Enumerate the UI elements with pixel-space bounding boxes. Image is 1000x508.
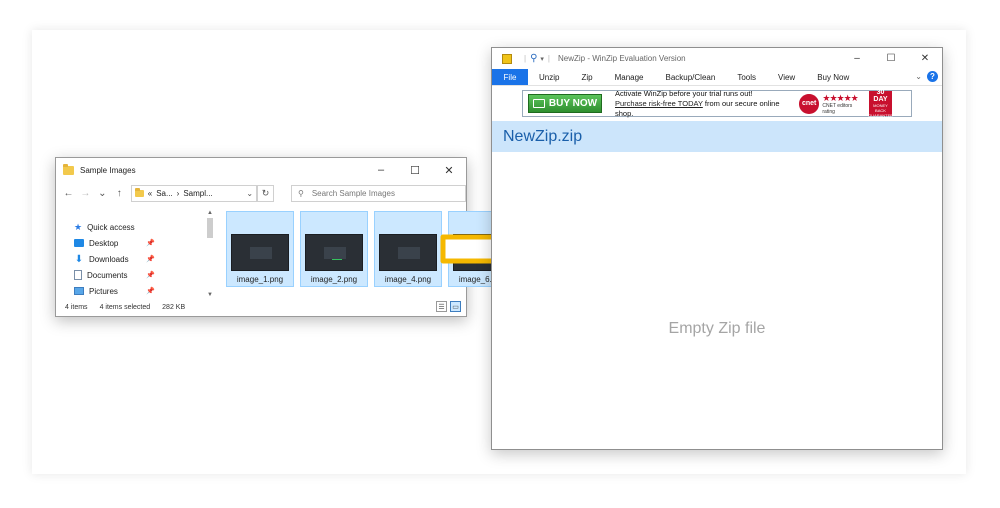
nav-scrollbar[interactable]: ▲ ▼ (206, 210, 214, 298)
buy-now-label: BUY NOW (548, 98, 598, 109)
explorer-title: Sample Images (80, 165, 136, 175)
scroll-up-icon[interactable]: ▲ (206, 210, 214, 216)
navigation-pane: ★ Quick access Desktop 📌 ⬇ Downloads 📌 D… (56, 208, 162, 300)
folder-icon (134, 187, 144, 197)
zip-file-header: NewZip.zip (492, 121, 942, 152)
ad-banner[interactable]: BUY NOW Activate WinZip before your tria… (522, 89, 912, 119)
minimize-button[interactable]: – (364, 158, 398, 182)
pin-icon: 📌 (146, 288, 155, 295)
address-row: ← → ⌄ ↑ « Sa... › Sampl... ⌄ ↻ ⚲ Search … (56, 182, 466, 204)
search-input[interactable]: ⚲ Search Sample Images (290, 184, 466, 202)
sidebar-item-label: Pictures (89, 286, 118, 296)
cnet-logo: cnet (799, 93, 820, 114)
menu-view[interactable]: View (767, 69, 806, 85)
details-view-icon[interactable]: ☰ (436, 301, 447, 312)
ad-banner-area: BUY NOW Activate WinZip before your tria… (492, 85, 942, 121)
back-arrow-icon[interactable]: ← (63, 188, 74, 199)
breadcrumb-separator: › (176, 188, 180, 198)
star-rating-icon: ★★★★★ (822, 92, 858, 103)
quick-access-dropdown-icon[interactable]: ▾ (540, 55, 544, 63)
chevron-down-icon[interactable]: ⌄ (246, 189, 253, 198)
ad-line-1: Activate WinZip before your trial runs o… (615, 88, 753, 98)
folder-icon (63, 163, 74, 175)
image-thumbnail (231, 234, 289, 271)
pin-icon: 📌 (146, 256, 155, 263)
cart-icon (532, 99, 545, 108)
explorer-titlebar[interactable]: Sample Images – ☐ ✕ (56, 158, 466, 182)
selected-count: 4 items selected (99, 303, 151, 311)
item-count: 4 items (65, 303, 88, 311)
menu-manage[interactable]: Manage (604, 69, 655, 85)
pin-icon: 📌 (146, 272, 155, 279)
winzip-titlebar[interactable]: | ⚲ ▾ | NewZip - WinZip Evaluation Versi… (492, 48, 942, 69)
cnet-caption: CNET editors rating (822, 102, 853, 115)
minimize-button[interactable]: – (840, 48, 874, 69)
refresh-icon[interactable]: ↻ (257, 184, 274, 202)
breadcrumb-segment[interactable]: Sampl... (183, 189, 212, 198)
sidebar-item-pictures[interactable]: Pictures 📌 (56, 283, 162, 299)
search-icon[interactable]: ⚲ (530, 53, 537, 64)
scroll-thumb[interactable] (207, 218, 213, 238)
large-icons-view-icon[interactable]: ▭ (450, 301, 461, 312)
search-icon: ⚲ (297, 188, 304, 198)
file-explorer-window: Sample Images – ☐ ✕ ← → ⌄ ↑ « Sa... › Sa… (55, 157, 516, 317)
sidebar-item-label: Quick access (87, 222, 135, 232)
desktop-icon (74, 239, 84, 247)
ad-text: Activate WinZip before your trial runs o… (615, 89, 793, 119)
status-bar: 4 items 4 items selected 282 KB ☰ ▭ (56, 298, 466, 316)
menu-unzip[interactable]: Unzip (528, 69, 570, 85)
close-button[interactable]: ✕ (908, 48, 942, 69)
file-item[interactable]: image_2.png (300, 211, 368, 287)
zip-file-name: NewZip.zip (503, 127, 583, 145)
winzip-app-icon (502, 53, 512, 64)
file-name: image_1.png (236, 275, 284, 284)
sidebar-item-label: Downloads (89, 254, 129, 264)
close-button[interactable]: ✕ (432, 158, 466, 182)
up-arrow-icon[interactable]: ↑ (114, 188, 125, 199)
file-item[interactable]: image_1.png (226, 211, 294, 287)
sidebar-item-label: Documents (87, 270, 128, 280)
sidebar-item-desktop[interactable]: Desktop 📌 (56, 235, 162, 251)
cnet-rating: cnet ★★★★★ CNET editors rating (799, 92, 863, 115)
menu-backup-clean[interactable]: Backup/Clean (655, 69, 727, 85)
sidebar-item-quick-access[interactable]: ★ Quick access (56, 219, 162, 235)
menu-tools[interactable]: Tools (726, 69, 767, 85)
search-placeholder: Search Sample Images (311, 188, 395, 198)
image-thumbnail (305, 234, 363, 271)
ribbon-menu: File Unzip Zip Manage Backup/Clean Tools… (492, 69, 942, 85)
file-name: image_2.png (310, 275, 358, 284)
winzip-window: | ⚲ ▾ | NewZip - WinZip Evaluation Versi… (491, 47, 943, 450)
sidebar-item-documents[interactable]: Documents 📌 (56, 267, 162, 283)
help-icon[interactable]: ? (927, 71, 938, 82)
file-name: image_4.png (384, 275, 432, 284)
breadcrumb-overflow[interactable]: « (148, 189, 152, 198)
sidebar-item-label: Desktop (89, 238, 119, 248)
pin-icon: 📌 (146, 240, 155, 247)
menu-zip[interactable]: Zip (570, 69, 603, 85)
buy-now-button[interactable]: BUY NOW (528, 94, 602, 113)
purchase-link[interactable]: Purchase risk-free TODAY (615, 99, 703, 108)
breadcrumb-segment[interactable]: Sa... (156, 189, 172, 198)
documents-icon (74, 270, 82, 280)
image-thumbnail (379, 234, 437, 271)
menu-file[interactable]: File (492, 69, 528, 85)
selection-size: 282 KB (162, 303, 186, 311)
file-item[interactable]: image_4.png (374, 211, 442, 287)
empty-zip-message: Empty Zip file (668, 320, 766, 337)
maximize-button[interactable]: ☐ (874, 48, 908, 69)
money-back-badge: 30 DAY MONEY BACK GUARANTEE (868, 89, 893, 118)
star-icon: ★ (74, 221, 83, 232)
maximize-button[interactable]: ☐ (398, 158, 432, 182)
chevron-down-icon[interactable]: ⌄ (915, 72, 922, 81)
sidebar-item-downloads[interactable]: ⬇ Downloads 📌 (56, 251, 162, 267)
recent-locations-chevron-icon[interactable]: ⌄ (97, 188, 108, 199)
forward-arrow-icon[interactable]: → (80, 188, 91, 199)
menu-buy-now[interactable]: Buy Now (806, 69, 860, 85)
download-icon: ⬇ (74, 253, 84, 265)
pictures-icon (74, 287, 84, 295)
window-title: NewZip - WinZip Evaluation Version (558, 54, 686, 63)
address-bar[interactable]: « Sa... › Sampl... ⌄ (130, 184, 258, 202)
